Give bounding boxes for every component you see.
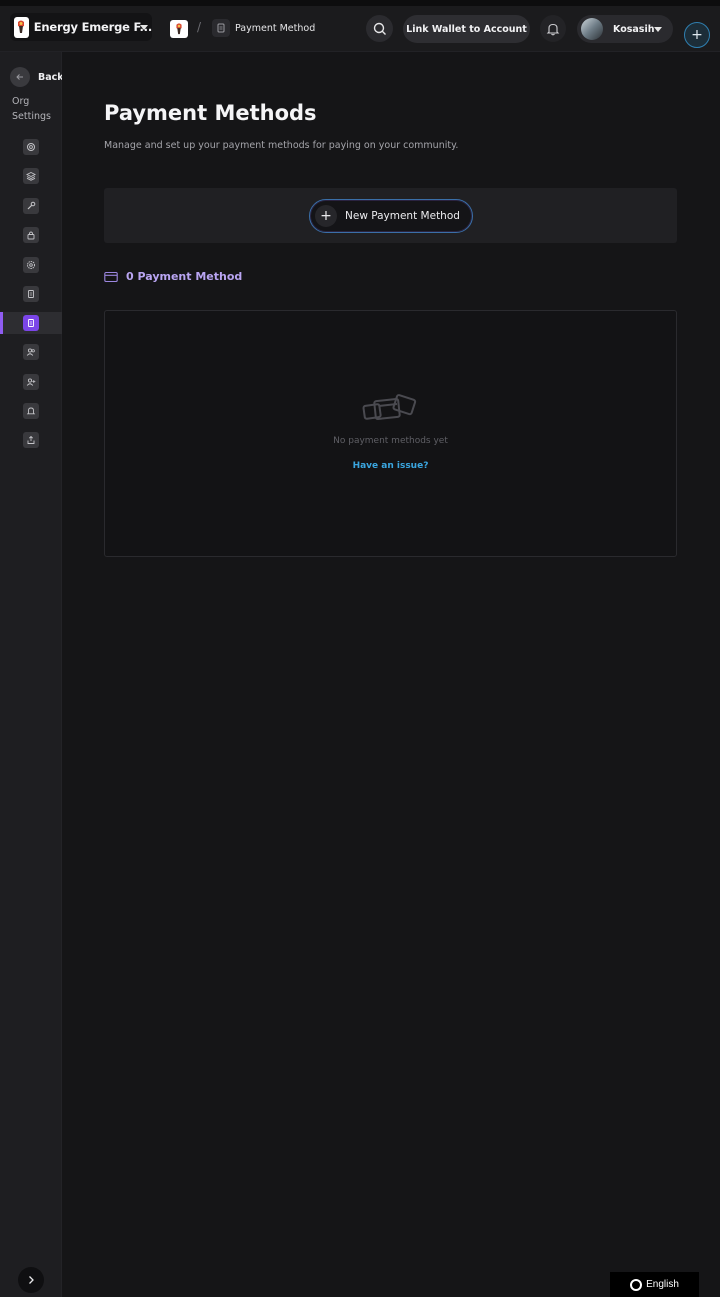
sidebar-item-advanced[interactable] [0,254,62,276]
language-selector[interactable]: English [610,1272,699,1297]
sidebar-item-members[interactable] [0,341,62,363]
breadcrumb-separator: / [197,20,202,34]
sidebar-item-invite[interactable] [0,371,62,393]
new-payment-method-button[interactable]: + New Payment Method [309,199,473,233]
chevron-right-icon [29,1276,34,1284]
payment-document-icon [23,315,39,331]
lock-icon [23,227,39,243]
chevron-down-icon [654,27,662,32]
payment-method-count-label: 0 Payment Method [126,270,243,283]
sidebar-item-export[interactable] [0,429,62,451]
breadcrumb-page-label: Payment Method [235,22,316,34]
sidebar-item-payment-method[interactable] [0,312,62,334]
breadcrumb-current[interactable]: Payment Method [212,17,315,39]
sidebar: Back Org Settings [0,52,64,1297]
language-circle-icon [630,1278,643,1291]
page-subtitle: Manage and set up your payment methods f… [104,140,459,151]
sidebar-item-general[interactable] [0,136,62,158]
bell-icon [546,23,560,35]
wrench-icon [23,198,39,214]
plus-icon: + [315,205,337,227]
org-logo-icon [14,16,29,38]
notifications-button[interactable] [540,15,566,42]
new-payment-panel: + New Payment Method [104,188,677,243]
user-name: Kosasih [613,23,655,35]
create-button[interactable]: + [684,22,710,48]
export-icon [23,432,39,448]
sidebar-item-notifications[interactable] [0,400,62,422]
new-payment-method-label: New Payment Method [345,210,460,222]
search-button[interactable] [366,15,393,42]
payment-method-count: 0 Payment Method [104,270,242,283]
arrow-left-icon [10,67,30,87]
back-label: Back [38,71,64,83]
sidebar-item-security[interactable] [0,224,62,246]
link-wallet-button[interactable]: Link Wallet to Account [403,15,530,43]
settings-icon [23,139,39,155]
org-switcher[interactable]: Energy Emerge F... [10,13,152,41]
search-icon [373,22,386,35]
main-content: Payment Methods Manage and set up your p… [62,52,720,1297]
empty-cards-icon [361,391,421,431]
page-title: Payment Methods [104,101,317,125]
top-bar: Energy Emerge F... / Payment Method Link… [0,0,720,52]
empty-state-text: No payment methods yet [333,436,448,446]
layers-icon [23,168,39,184]
breadcrumb-org-logo-icon[interactable] [170,20,188,38]
document-icon [23,286,39,302]
credit-card-icon [104,271,118,282]
payment-methods-list: No payment methods yet Have an issue? [104,310,677,557]
avatar [581,18,603,40]
sidebar-toggle-button[interactable] [18,1267,44,1293]
org-name: Energy Emerge F... [33,20,152,34]
users-icon [23,344,39,360]
have-an-issue-link[interactable]: Have an issue? [105,461,676,471]
add-user-icon [23,374,39,390]
chevron-down-icon [140,25,148,30]
sidebar-section-title: Org Settings [12,96,51,122]
back-button[interactable]: Back [10,67,64,87]
language-label: English [646,1279,679,1290]
sidebar-item-documents[interactable] [0,283,62,305]
user-menu[interactable]: Kosasih [577,15,673,43]
document-icon [212,19,230,37]
sidebar-item-tools[interactable] [0,195,62,217]
sidebar-item-layers[interactable] [0,165,62,187]
gear-icon [23,257,39,273]
bell-icon [23,403,39,419]
